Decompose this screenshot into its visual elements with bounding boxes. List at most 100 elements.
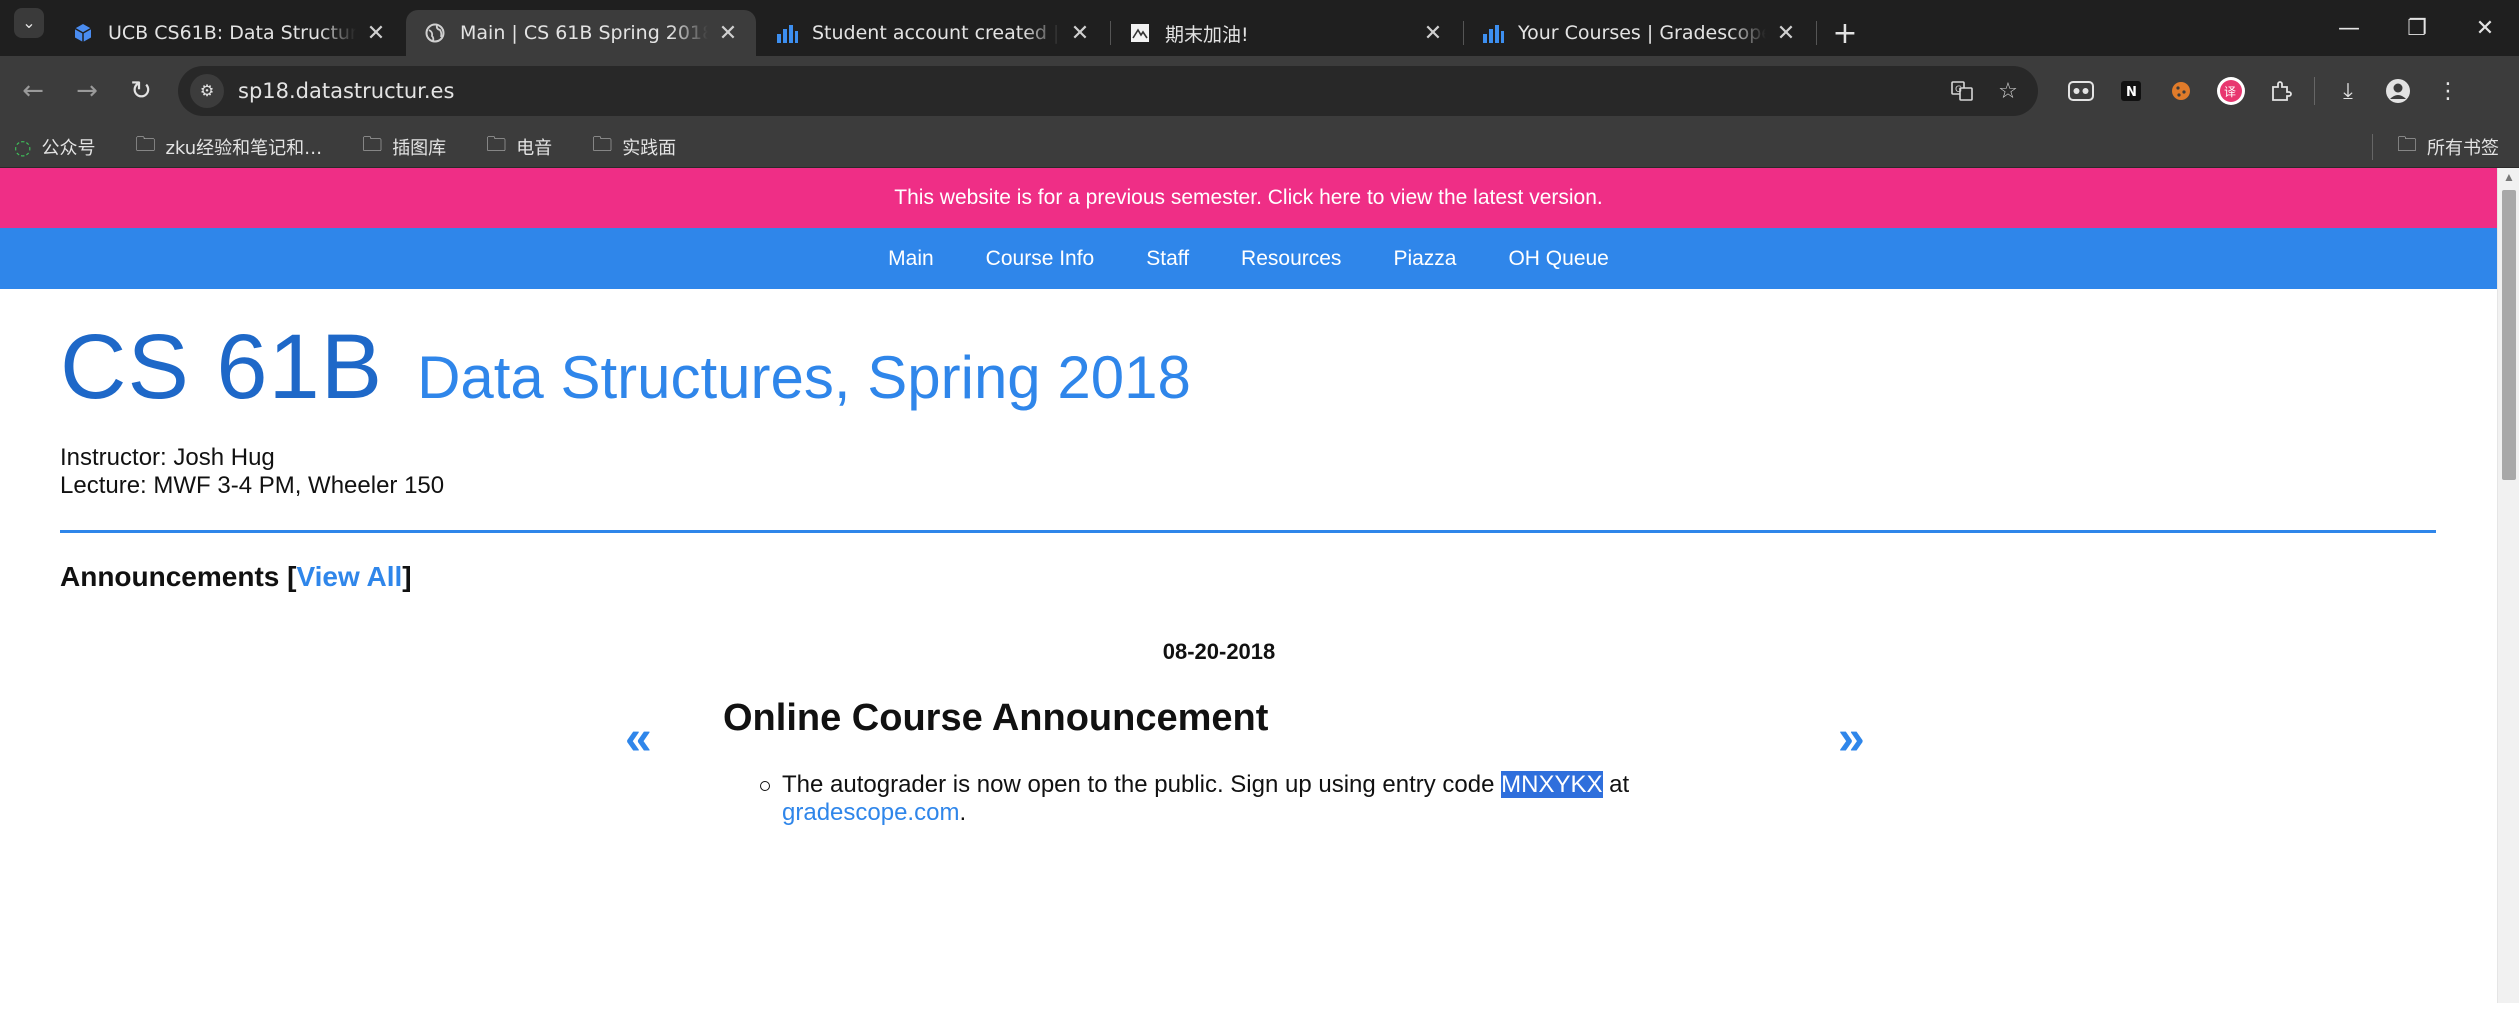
bar-chart-icon: [1482, 22, 1504, 44]
menu-kebab-icon[interactable]: ⋮: [2423, 68, 2473, 114]
close-icon[interactable]: ✕: [1068, 21, 1092, 46]
cube-icon: [72, 22, 94, 44]
gradescope-link[interactable]: gradescope.com: [782, 799, 959, 826]
tab-title: Main | CS 61B Spring 2018: [460, 22, 708, 44]
tab-title: UCB CS61B: Data Structures: [108, 22, 356, 44]
banner-text[interactable]: This website is for a previous semester.…: [894, 186, 1602, 210]
close-icon[interactable]: ✕: [364, 21, 388, 46]
tab-title: Student account created | Gradescope: [812, 22, 1060, 44]
scroll-up-icon[interactable]: ▲: [2498, 168, 2519, 186]
cookie-icon[interactable]: [2156, 68, 2206, 114]
tab-4[interactable]: 期末加油! ✕: [1111, 10, 1461, 56]
announcements-label: Announcements: [60, 561, 280, 592]
bullet-icon: [760, 781, 770, 791]
profile-icon[interactable]: [2373, 68, 2423, 114]
nav-staff[interactable]: Staff: [1146, 247, 1189, 271]
bookmark-label: 电音: [516, 137, 553, 159]
folder-icon: 🗀: [592, 131, 613, 156]
forward-icon[interactable]: →: [64, 68, 110, 114]
all-bookmarks-button[interactable]: 🗀 所有书签: [2397, 130, 2499, 164]
previous-announcement-button[interactable]: «: [625, 711, 652, 766]
next-announcement-button[interactable]: »: [1838, 711, 1865, 766]
all-bookmarks-label: 所有书签: [2427, 138, 2499, 159]
announcement-date: 08-20-2018: [1162, 639, 1276, 664]
close-icon[interactable]: ✕: [1774, 21, 1798, 46]
bookmark-label: 实践面: [622, 137, 677, 159]
folder-icon: 🗀: [486, 131, 507, 156]
extensions-area: N 译 ⤓ ⋮: [2056, 68, 2473, 114]
bookmarks-bar: ◌ 公众号 🗀 zku经验和笔记和… 🗀 插图库 🗀 电音 🗀 实践面 🗀 所有…: [0, 126, 2519, 168]
web-page: This website is for a previous semester.…: [0, 168, 2519, 1003]
bookmark-label: zku经验和笔记和…: [165, 137, 323, 159]
svg-text:G: G: [1955, 85, 1962, 95]
bookmark-star-icon[interactable]: ☆: [1988, 71, 2028, 111]
bookmark-label: 插图库: [392, 137, 447, 159]
svg-text:N: N: [2126, 85, 2137, 100]
globe-icon: [424, 22, 446, 44]
course-subtitle: Data Structures, Spring 2018: [417, 344, 1191, 411]
tab-strip: ⌄ UCB CS61B: Data Structures ✕ Main | CS…: [0, 0, 2519, 56]
extension-n-icon[interactable]: N: [2106, 68, 2156, 114]
entry-code[interactable]: MNXYKX: [1501, 771, 1603, 798]
bookmark-folder[interactable]: 🗀 实践面: [592, 130, 676, 164]
divider: [60, 530, 2436, 533]
tab-3[interactable]: Student account created | Gradescope ✕: [758, 10, 1108, 56]
back-icon[interactable]: ←: [10, 68, 56, 114]
tab-search-button[interactable]: ⌄: [14, 8, 44, 38]
nav-oh-queue[interactable]: OH Queue: [1508, 247, 1608, 271]
folder-icon: 🗀: [362, 131, 383, 156]
announcement-text: The autograder is now open to the public…: [782, 771, 1502, 798]
translate-icon[interactable]: G: [1942, 71, 1982, 111]
svg-text:译: 译: [2224, 85, 2236, 99]
tab-separator: [1816, 21, 1817, 45]
tab-2[interactable]: Main | CS 61B Spring 2018 ✕: [406, 10, 756, 56]
download-icon[interactable]: ⤓: [2323, 68, 2373, 114]
all-bookmarks[interactable]: 🗀 所有书签: [2372, 126, 2499, 168]
course-info: Instructor: Josh Hug Lecture: MWF 3-4 PM…: [60, 444, 2437, 500]
extensions-puzzle-icon[interactable]: [2256, 68, 2306, 114]
reload-icon[interactable]: ↻: [118, 68, 164, 114]
site-nav: Main Course Info Staff Resources Piazza …: [0, 228, 2497, 289]
bookmark-folder[interactable]: 🗀 zku经验和笔记和…: [135, 130, 322, 164]
toolbar-separator: [2314, 77, 2315, 105]
bookmark-folder[interactable]: 🗀 电音: [486, 130, 552, 164]
minimize-icon[interactable]: —: [2315, 0, 2383, 56]
folder-icon: 🗀: [135, 131, 156, 156]
url-text[interactable]: sp18.datastructur.es: [238, 79, 1936, 103]
image-icon: [1129, 22, 1151, 44]
wechat-icon: ◌: [14, 134, 32, 159]
page-scrollbar[interactable]: ▲: [2497, 168, 2519, 1003]
reader-mode-icon[interactable]: [2056, 68, 2106, 114]
address-bar[interactable]: ⚙ sp18.datastructur.es G ☆: [178, 66, 2038, 116]
nav-course-info[interactable]: Course Info: [986, 247, 1095, 271]
lecture-text: Lecture: MWF 3-4 PM, Wheeler 150: [60, 472, 445, 499]
bookmark-label: 公众号: [41, 137, 96, 159]
bookmark-item[interactable]: ◌ 公众号: [14, 134, 95, 160]
nav-resources[interactable]: Resources: [1241, 247, 1341, 271]
restore-icon[interactable]: ❐: [2383, 0, 2451, 56]
bar-chart-icon: [776, 22, 798, 44]
nav-piazza[interactable]: Piazza: [1393, 247, 1456, 271]
close-icon[interactable]: ✕: [1421, 21, 1445, 46]
announcement-body: The autograder is now open to the public…: [760, 771, 1762, 827]
tab-1[interactable]: UCB CS61B: Data Structures ✕: [54, 10, 404, 56]
announcements-heading: Announcements [View All]: [60, 561, 412, 592]
close-icon[interactable]: ✕: [716, 21, 740, 46]
browser-toolbar: ← → ↻ ⚙ sp18.datastructur.es G ☆ N 译 ⤓ ⋮: [0, 56, 2519, 126]
new-tab-button[interactable]: +: [1825, 10, 1865, 56]
browser-chrome: ⌄ UCB CS61B: Data Structures ✕ Main | CS…: [0, 0, 2519, 168]
site-info-icon[interactable]: ⚙: [190, 74, 224, 108]
main-content: CS 61B Data Structures, Spring 2018 Inst…: [0, 315, 2497, 859]
scrollbar-thumb[interactable]: [2502, 190, 2516, 480]
folder-icon: 🗀: [2397, 132, 2417, 156]
tab-title: 期末加油!: [1165, 23, 1249, 46]
nav-main[interactable]: Main: [888, 247, 934, 271]
close-window-icon[interactable]: ✕: [2451, 0, 2519, 56]
announcement-text-after: at: [1602, 771, 1630, 798]
tab-5[interactable]: Your Courses | Gradescope ✕: [1464, 10, 1814, 56]
translate-extension-icon[interactable]: 译: [2206, 68, 2256, 114]
instructor-text: Instructor: Josh Hug: [60, 444, 275, 471]
previous-semester-banner[interactable]: This website is for a previous semester.…: [0, 168, 2497, 228]
view-all-link[interactable]: View All: [296, 561, 402, 592]
bookmark-folder[interactable]: 🗀 插图库: [362, 130, 446, 164]
